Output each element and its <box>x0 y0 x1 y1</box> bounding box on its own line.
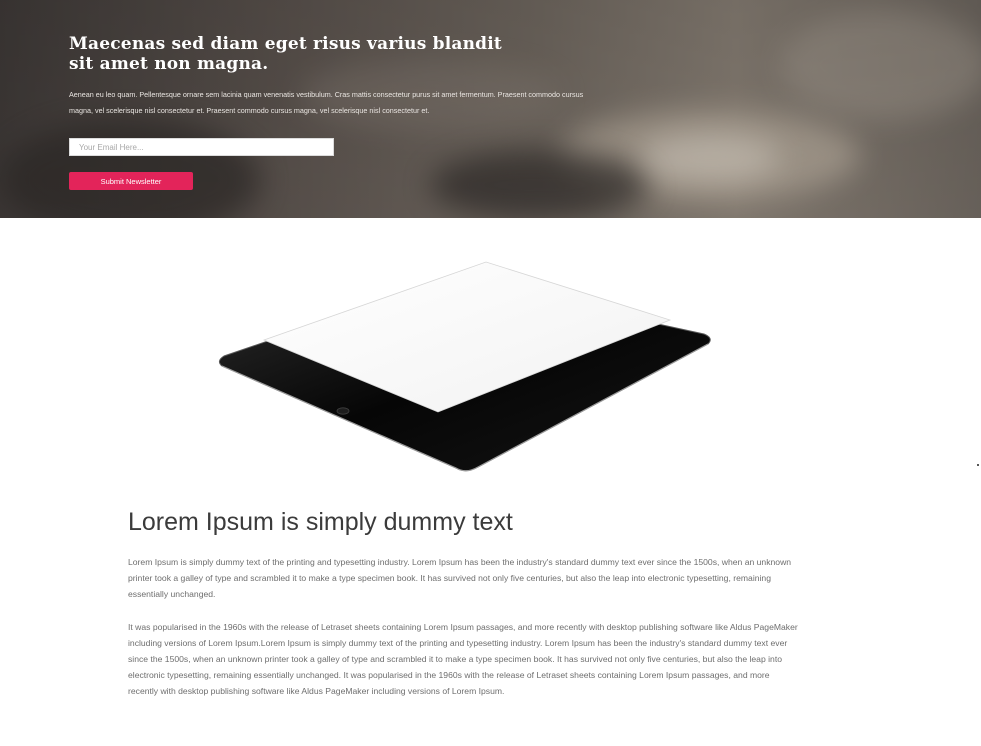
article-paragraph: Lorem Ipsum is simply dummy text of the … <box>128 557 792 599</box>
article-paragraph: It was popularised in the 1960s with the… <box>128 622 798 696</box>
newsletter-hero: Maecenas sed diam eget risus varius blan… <box>0 0 981 218</box>
submit-newsletter-button[interactable]: Submit Newsletter <box>69 172 193 190</box>
hero-title: Maecenas sed diam eget risus varius blan… <box>69 34 502 74</box>
article-title: Lorem Ipsum is simply dummy text <box>128 508 513 536</box>
decorative-dot <box>977 464 979 466</box>
tablet-icon <box>218 261 711 472</box>
email-field[interactable] <box>69 138 334 156</box>
hero-description: Aenean eu leo quam. Pellentesque ornare … <box>69 90 584 115</box>
